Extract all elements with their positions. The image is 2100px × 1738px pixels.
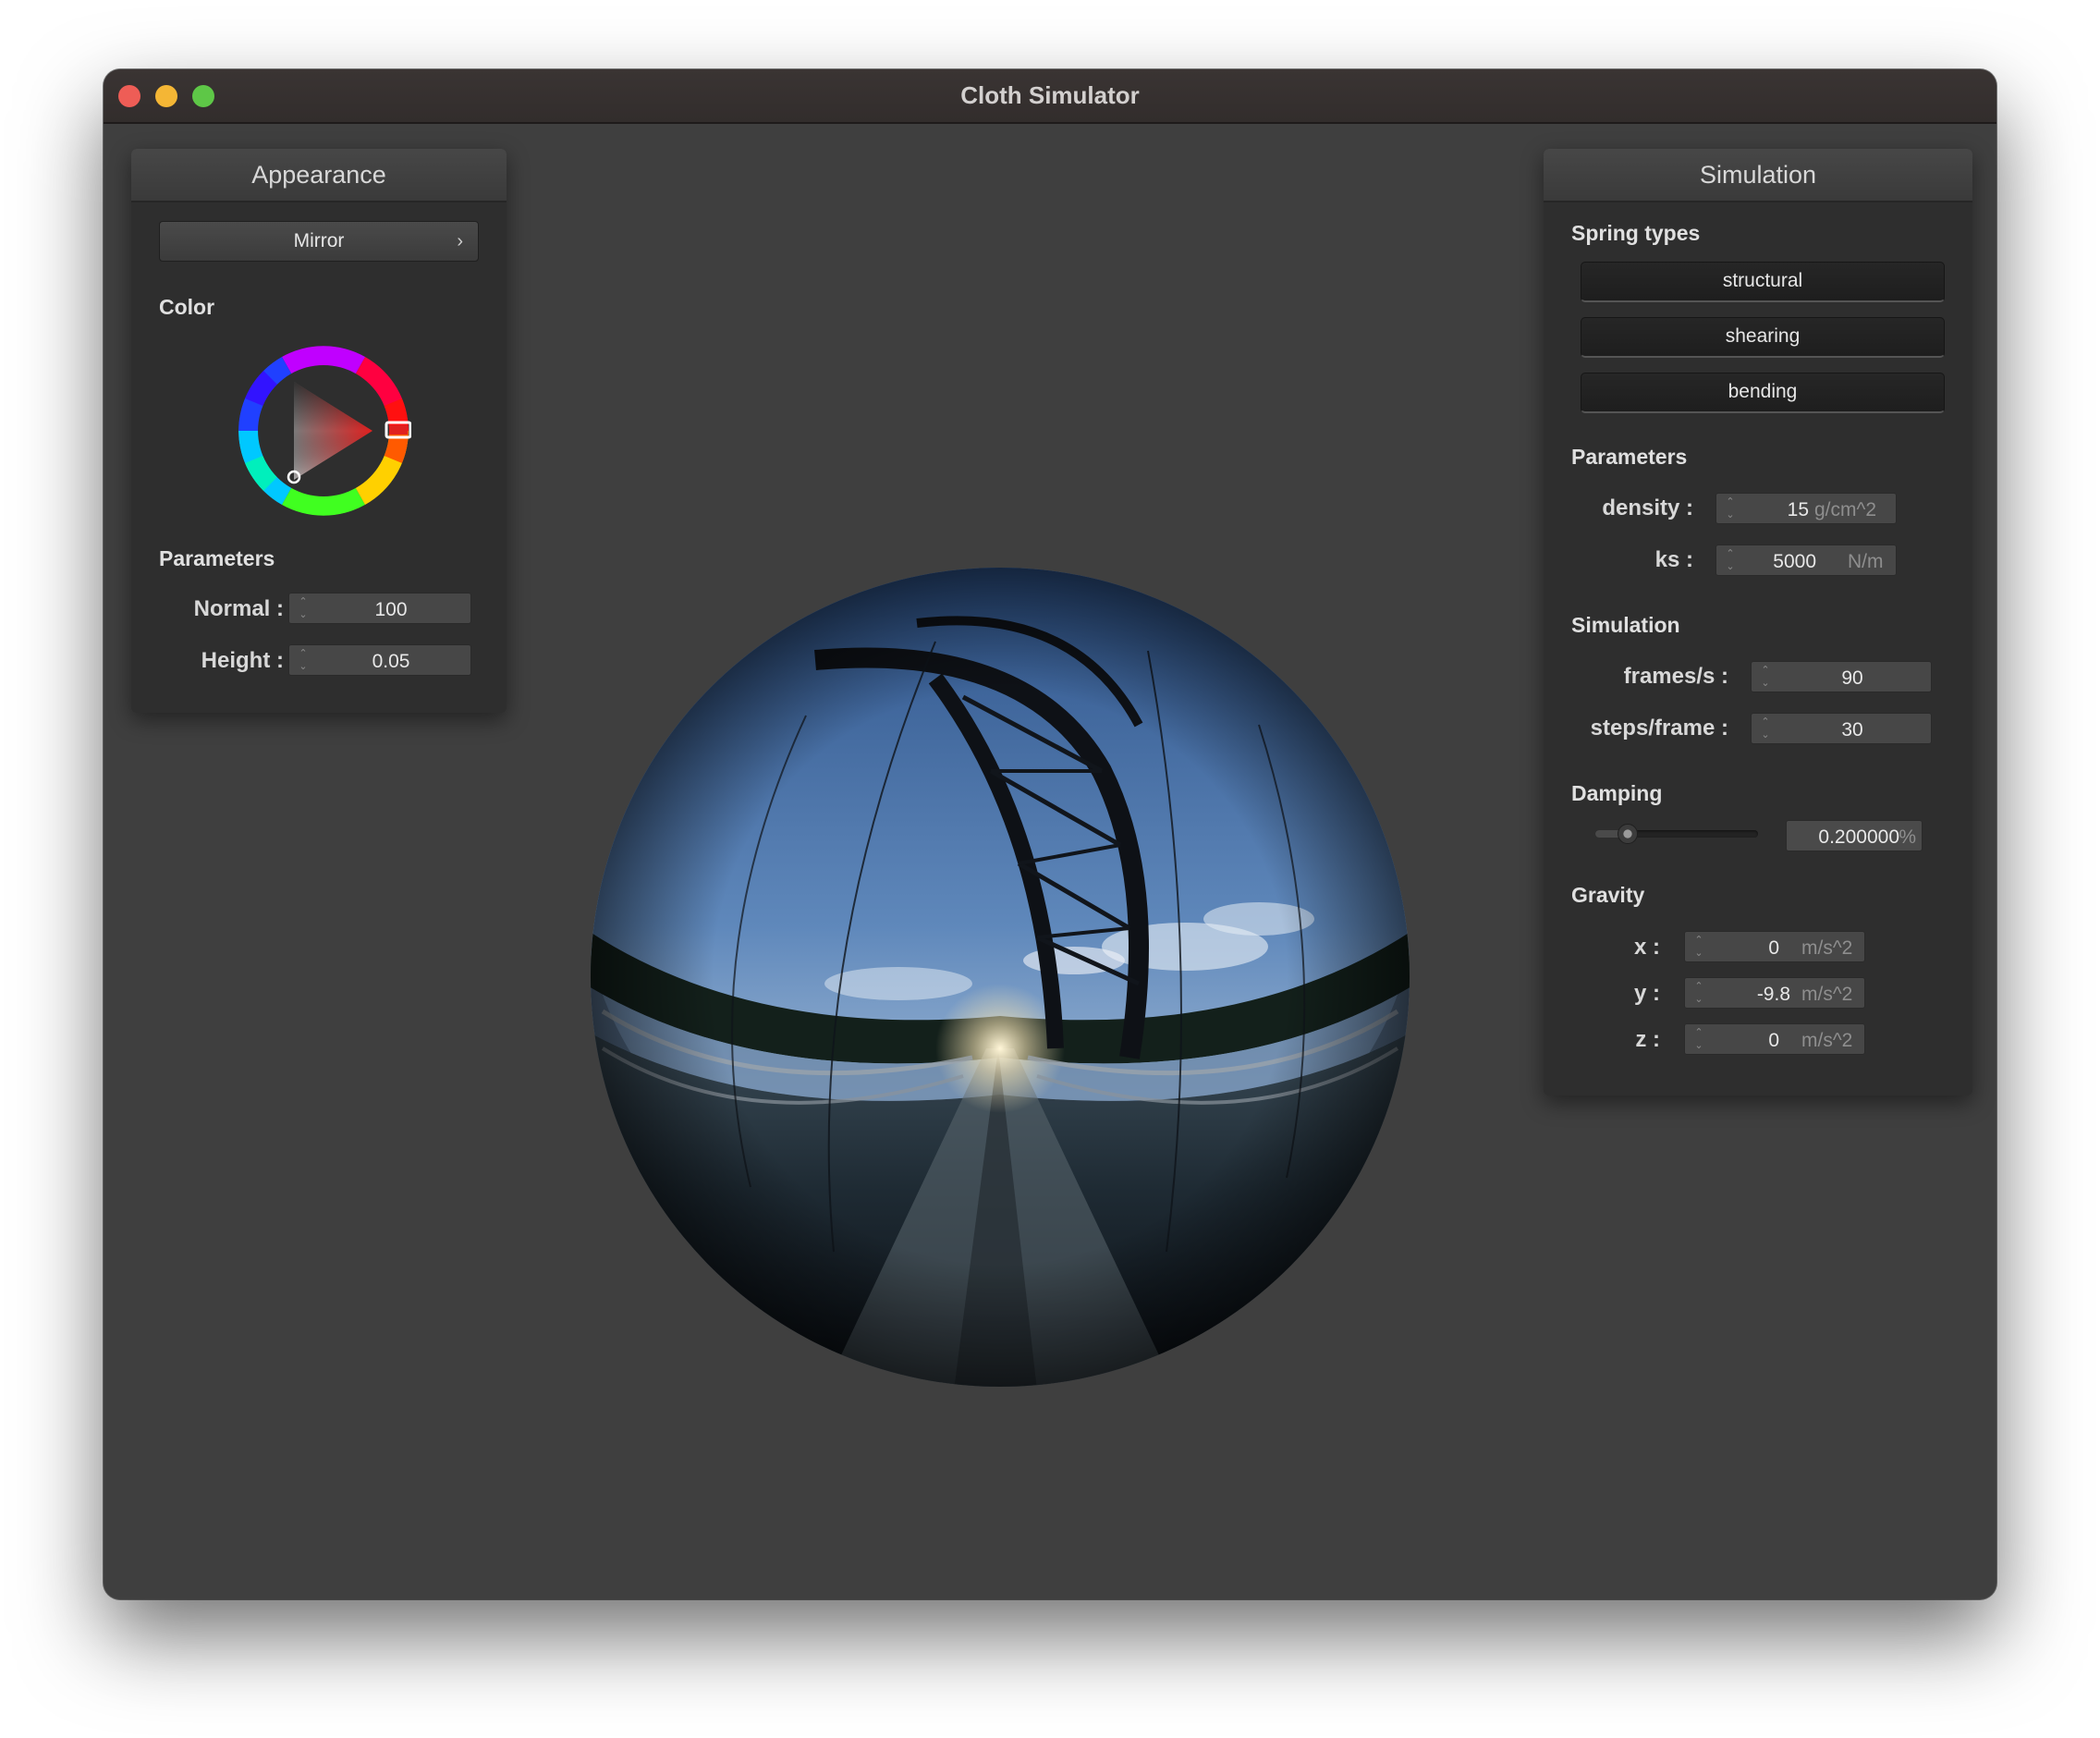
height-value: 0.05 (372, 651, 410, 672)
simulation-section-label: Simulation (1571, 613, 1680, 637)
gravity-y-unit: m/s^2 (1801, 984, 1853, 1005)
color-section-label: Color (159, 295, 215, 319)
shader-select-button[interactable]: Mirror › (159, 221, 479, 262)
damping-value-field[interactable]: 0.200000 % (1786, 820, 1923, 851)
simulation-panel-title: Simulation (1544, 149, 1972, 202)
ks-unit: N/m (1848, 551, 1884, 572)
density-spinbox[interactable]: ⌃ ⌄ 15 g/cm^2 (1715, 493, 1897, 524)
steps-per-frame-value: 30 (1841, 719, 1863, 740)
gravity-x-spinbox[interactable]: ⌃ ⌄ 0 m/s^2 (1684, 931, 1865, 962)
normal-label: Normal : (193, 596, 284, 621)
density-unit: g/cm^2 (1814, 499, 1877, 520)
steps-per-frame-label: steps/frame : (1590, 716, 1728, 740)
damping-unit: % (1899, 826, 1916, 848)
gravity-x-label: x : (1633, 935, 1660, 960)
spin-arrows-icon[interactable]: ⌃ ⌄ (1692, 1026, 1705, 1052)
chevron-right-icon: › (457, 231, 463, 251)
gravity-z-value: 0 (1768, 1030, 1779, 1051)
gravity-z-label: z : (1635, 1027, 1660, 1052)
gravity-x-unit: m/s^2 (1801, 937, 1853, 959)
ks-spinbox[interactable]: ⌃ ⌄ 5000 N/m (1715, 545, 1897, 576)
window-title: Cloth Simulator (960, 81, 1140, 109)
steps-per-frame-spinbox[interactable]: ⌃ ⌄ 30 (1751, 713, 1932, 744)
damping-slider-knob[interactable] (1618, 824, 1638, 844)
appearance-parameters-label: Parameters (159, 546, 275, 570)
density-value: 15 (1787, 499, 1809, 520)
spin-arrows-icon[interactable]: ⌃ ⌄ (1759, 664, 1772, 690)
frames-per-second-label: frames/s : (1623, 664, 1728, 689)
spin-arrows-icon[interactable]: ⌃ ⌄ (1759, 716, 1772, 741)
simulation-parameters-label: Parameters (1571, 445, 1688, 469)
gravity-y-spinbox[interactable]: ⌃ ⌄ -9.8 m/s^2 (1684, 977, 1865, 1009)
damping-label: Damping (1571, 781, 1663, 805)
gravity-x-value: 0 (1768, 937, 1779, 959)
appearance-panel: Appearance Mirror › Color Parameters Nor… (131, 149, 507, 713)
damping-value: 0.200000 (1818, 826, 1899, 848)
color-wheel[interactable] (236, 343, 411, 519)
gravity-y-value: -9.8 (1756, 984, 1790, 1005)
normal-value: 100 (374, 599, 408, 620)
ks-label: ks : (1654, 547, 1693, 572)
gravity-z-unit: m/s^2 (1801, 1030, 1853, 1051)
structural-spring-toggle[interactable]: structural (1581, 262, 1945, 302)
normal-spinbox[interactable]: ⌃ ⌄ 100 (288, 593, 471, 624)
frames-per-second-value: 90 (1841, 667, 1863, 689)
height-spinbox[interactable]: ⌃ ⌄ 0.05 (288, 644, 471, 676)
spring-types-label: Spring types (1571, 221, 1701, 245)
damping-slider[interactable] (1595, 824, 1758, 844)
spin-arrows-icon[interactable]: ⌃ ⌄ (297, 647, 310, 673)
appearance-panel-title: Appearance (131, 149, 507, 202)
spin-arrows-icon[interactable]: ⌃ ⌄ (1724, 547, 1737, 573)
simulation-panel: Simulation Spring types structural shear… (1544, 149, 1972, 1095)
title-bar: Cloth Simulator (104, 69, 1996, 124)
shader-select-label: Mirror (293, 230, 345, 251)
cloth-simulator-window: Cloth Simulator Appearance Mirror › Colo… (104, 69, 1996, 1599)
height-label: Height : (201, 648, 284, 673)
gravity-label: Gravity (1571, 883, 1645, 907)
bending-spring-toggle[interactable]: bending (1581, 373, 1945, 413)
shearing-spring-toggle[interactable]: shearing (1581, 317, 1945, 358)
gravity-y-label: y : (1633, 981, 1660, 1006)
spin-arrows-icon[interactable]: ⌃ ⌄ (1692, 980, 1705, 1006)
spin-arrows-icon[interactable]: ⌃ ⌄ (297, 595, 310, 621)
ks-value: 5000 (1773, 551, 1816, 572)
gravity-z-spinbox[interactable]: ⌃ ⌄ 0 m/s^2 (1684, 1023, 1865, 1055)
frames-per-second-spinbox[interactable]: ⌃ ⌄ 90 (1751, 661, 1932, 692)
spin-arrows-icon[interactable]: ⌃ ⌄ (1692, 934, 1705, 960)
spin-arrows-icon[interactable]: ⌃ ⌄ (1724, 496, 1737, 521)
density-label: density : (1602, 496, 1693, 520)
